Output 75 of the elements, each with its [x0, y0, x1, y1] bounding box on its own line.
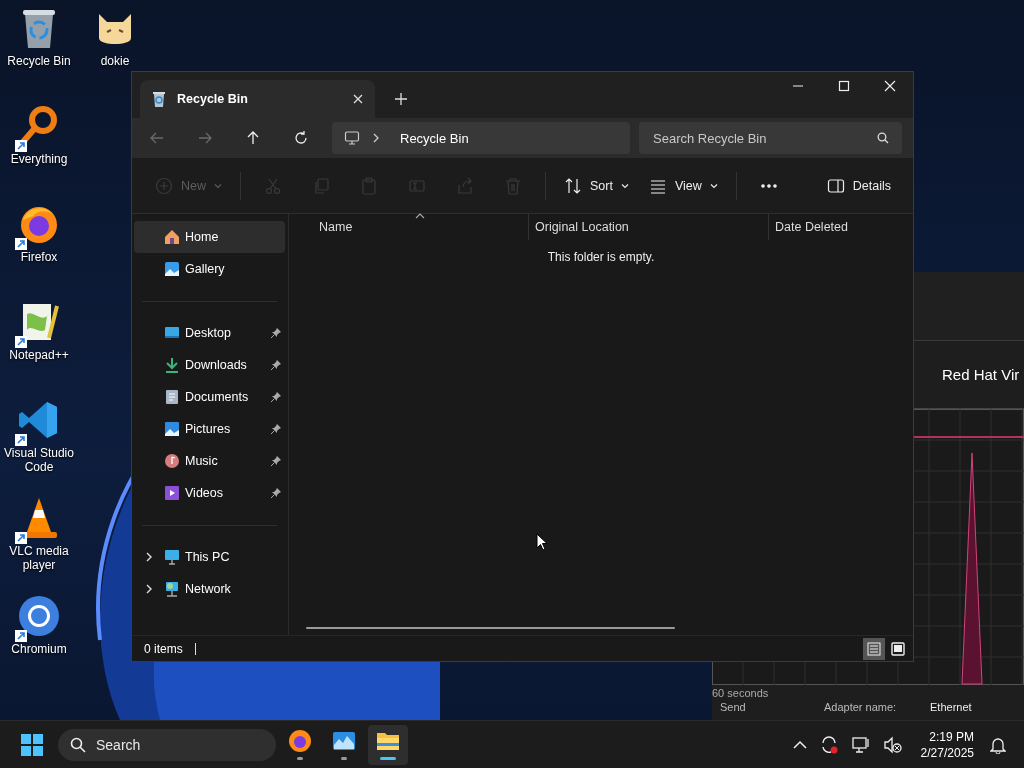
desktop-icon-label[interactable]: Everything — [2, 152, 76, 166]
document-icon — [164, 389, 180, 405]
graph-caption: 60 seconds — [712, 687, 770, 699]
chevron-right-icon — [372, 133, 380, 143]
adapter-detail-text: Send — [720, 701, 747, 713]
list-view-icon — [867, 641, 881, 656]
command-button[interactable]: Sort — [554, 168, 639, 203]
adapter-detail-text: Adapter name: — [824, 701, 898, 713]
sidebar-item[interactable]: Videos — [134, 477, 285, 509]
window-tab[interactable]: Recycle Bin — [140, 80, 375, 118]
sidebar-item[interactable]: Network — [134, 573, 285, 605]
sidebar-item[interactable]: This PC — [134, 541, 285, 573]
adapter-title: Red Hat Vir — [942, 366, 1020, 383]
network-icon[interactable] — [850, 734, 871, 755]
scrollbar[interactable] — [306, 627, 675, 629]
tab-title: Recycle Bin — [177, 92, 249, 106]
desktop-icon-label[interactable]: Visual Studio Code — [2, 446, 76, 474]
recycle-bin-icon — [152, 91, 166, 107]
search-icon — [877, 132, 889, 144]
close-icon[interactable] — [353, 94, 363, 104]
sidebar-item[interactable]: Pictures — [134, 413, 285, 445]
breadcrumb-item[interactable]: Recycle Bin — [400, 130, 469, 146]
gallery-icon — [164, 261, 180, 277]
refresh-icon — [293, 130, 309, 146]
sidebar-item[interactable]: Desktop — [134, 317, 285, 349]
details-view-button[interactable] — [863, 637, 885, 660]
tiles-view-icon — [891, 641, 905, 656]
sidebar-item[interactable]: Home — [134, 221, 285, 253]
back-arrow-icon — [149, 130, 165, 146]
chevron-right-icon[interactable] — [145, 552, 153, 562]
adapter-detail-text: Ethernet — [930, 701, 972, 713]
empty-folder-message: This folder is empty. — [546, 250, 656, 264]
clock[interactable]: 2:19 PM 2/27/2025 — [920, 728, 974, 761]
taskbar-app-button[interactable] — [368, 724, 408, 765]
download-icon — [164, 357, 180, 373]
taskbar-search-field[interactable]: Search — [58, 728, 276, 761]
new-tab-icon[interactable] — [395, 93, 407, 105]
chromium-icon[interactable] — [17, 594, 61, 638]
sidebar-item[interactable]: Downloads — [134, 349, 285, 381]
video-icon — [164, 485, 180, 501]
command-button[interactable]: Details — [816, 168, 901, 203]
network-icon — [164, 581, 180, 597]
mouse-cursor-icon — [536, 533, 548, 551]
desktop-icon — [164, 325, 180, 341]
item-count: 0 items — [144, 641, 183, 656]
sidebar-item[interactable]: Gallery — [134, 253, 285, 285]
desktop-icon-label[interactable]: Chromium — [2, 642, 76, 656]
column-header[interactable]: Original Location — [529, 214, 769, 240]
up-arrow-icon — [245, 130, 261, 146]
chevron-up-icon[interactable] — [792, 739, 807, 750]
music-icon — [164, 453, 180, 469]
notification-bell-icon[interactable] — [990, 735, 1006, 754]
column-header[interactable]: Name — [289, 214, 529, 240]
pc-icon — [164, 549, 180, 565]
picture-icon — [164, 421, 180, 437]
desktop-icon-label[interactable]: dokie — [78, 54, 152, 68]
task-monitor-icon — [332, 729, 356, 753]
address-bar[interactable]: Recycle Bin — [332, 122, 630, 154]
windows-logo-icon — [21, 733, 43, 756]
home-icon — [164, 229, 180, 245]
sidebar-item[interactable]: Music — [134, 445, 285, 477]
desktop-icon-label[interactable]: Recycle Bin — [2, 54, 76, 68]
desktop-icon-label[interactable]: Firefox — [2, 250, 76, 264]
desktop-icon-label[interactable]: VLC media player — [2, 544, 76, 572]
speaker-muted-icon[interactable] — [882, 734, 903, 755]
close-icon[interactable] — [884, 80, 896, 92]
column-header[interactable]: Date Deleted — [769, 214, 913, 240]
sidebar-item[interactable]: Documents — [134, 381, 285, 413]
maximize-icon[interactable] — [838, 80, 850, 92]
forward-arrow-icon — [197, 130, 213, 146]
chevron-right-icon[interactable] — [145, 584, 153, 594]
command-button[interactable]: View — [638, 168, 728, 203]
monitor-icon — [344, 130, 360, 146]
search-field[interactable]: Search Recycle Bin — [639, 122, 902, 154]
desktop-icon-label[interactable]: Notepad++ — [2, 348, 76, 362]
